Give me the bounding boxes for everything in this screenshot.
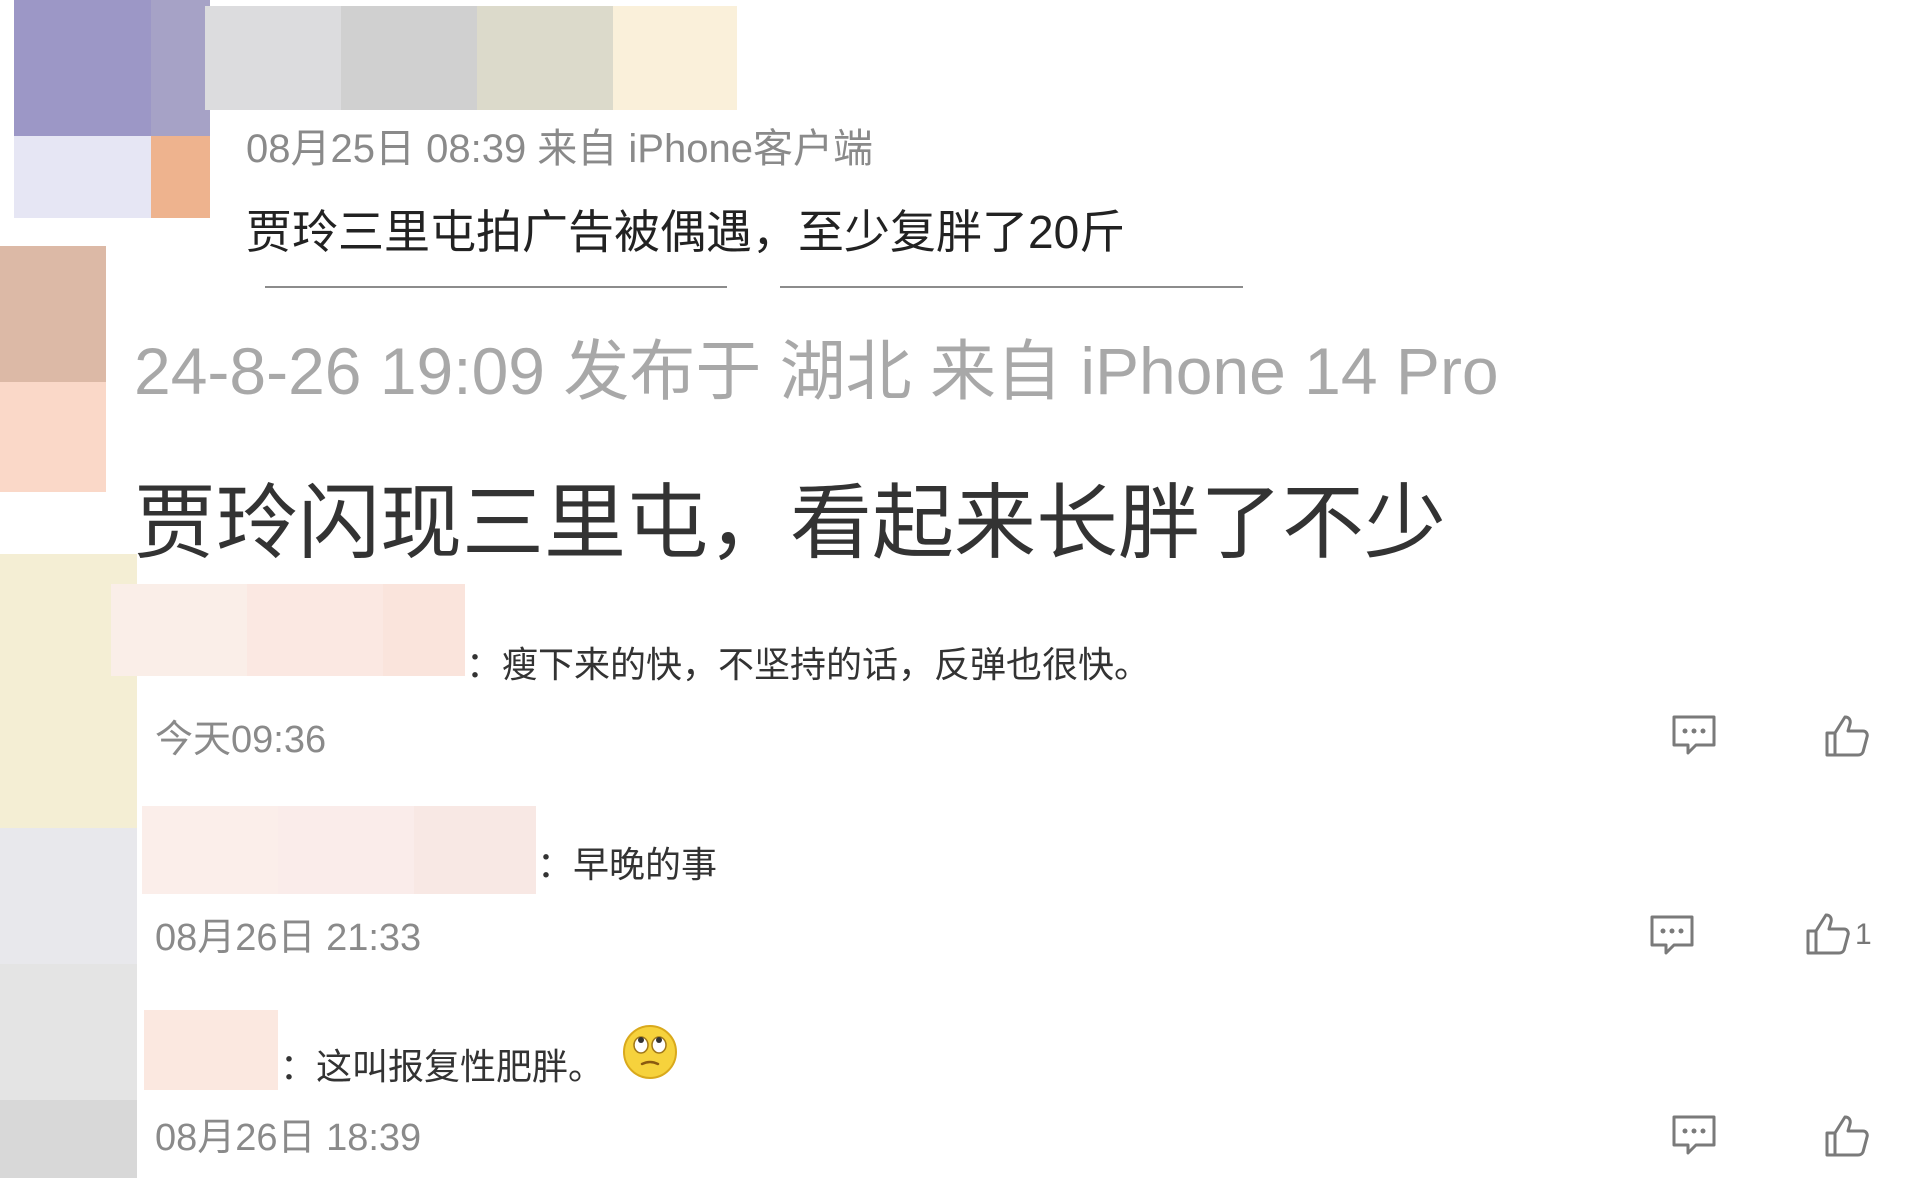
commenter-name-blurred[interactable] <box>144 1010 278 1090</box>
rolling-eyes-emoji <box>622 1024 678 1080</box>
commenter-name-blurred[interactable] <box>142 806 536 894</box>
comment-icon <box>1672 715 1716 755</box>
avatar[interactable] <box>0 246 106 492</box>
thumbs-up-icon <box>1825 715 1869 757</box>
commenter-avatar[interactable] <box>0 964 137 1178</box>
comment-time: 08月26日 18:39 <box>155 1117 422 1159</box>
comment-icon <box>1650 915 1694 955</box>
post-text: 贾玲三里屯拍广告被偶遇，至少复胖了20斤 <box>246 206 1126 258</box>
like-count: 1 <box>1855 918 1872 951</box>
post-meta: 24-8-26 19:09 发布于 湖北 来自 iPhone 14 Pro <box>134 334 1499 408</box>
commenter-name-blurred[interactable] <box>111 584 465 676</box>
post-meta: 08月25日 08:39 来自 iPhone客户端 <box>246 127 873 171</box>
comment-time: 今天09:36 <box>155 719 327 761</box>
comment-text: ：瘦下来的快，不坚持的话，反弹也很快。 <box>466 644 1151 685</box>
comment-time: 08月26日 21:33 <box>155 917 422 959</box>
reply-button[interactable] <box>1664 706 1724 766</box>
comment-text: ：早晚的事 <box>537 844 718 885</box>
thumbs-up-icon <box>1825 1115 1869 1157</box>
divider <box>780 286 1243 288</box>
post-text: 贾玲闪现三里屯，看起来长胖了不少 <box>134 478 1447 569</box>
reply-button[interactable] <box>1642 906 1702 966</box>
like-button[interactable] <box>1816 706 1876 766</box>
commenter-avatar[interactable] <box>0 828 137 964</box>
username-blurred[interactable] <box>205 6 737 110</box>
reply-button[interactable] <box>1664 1106 1724 1166</box>
thumbs-up-icon <box>1806 913 1850 955</box>
comment-icon <box>1672 1115 1716 1155</box>
like-button[interactable] <box>1816 1106 1876 1166</box>
avatar[interactable] <box>14 0 210 218</box>
like-button[interactable] <box>1797 904 1857 964</box>
divider <box>265 286 727 288</box>
comment-text: ：这叫报复性肥胖。 <box>280 1046 605 1087</box>
